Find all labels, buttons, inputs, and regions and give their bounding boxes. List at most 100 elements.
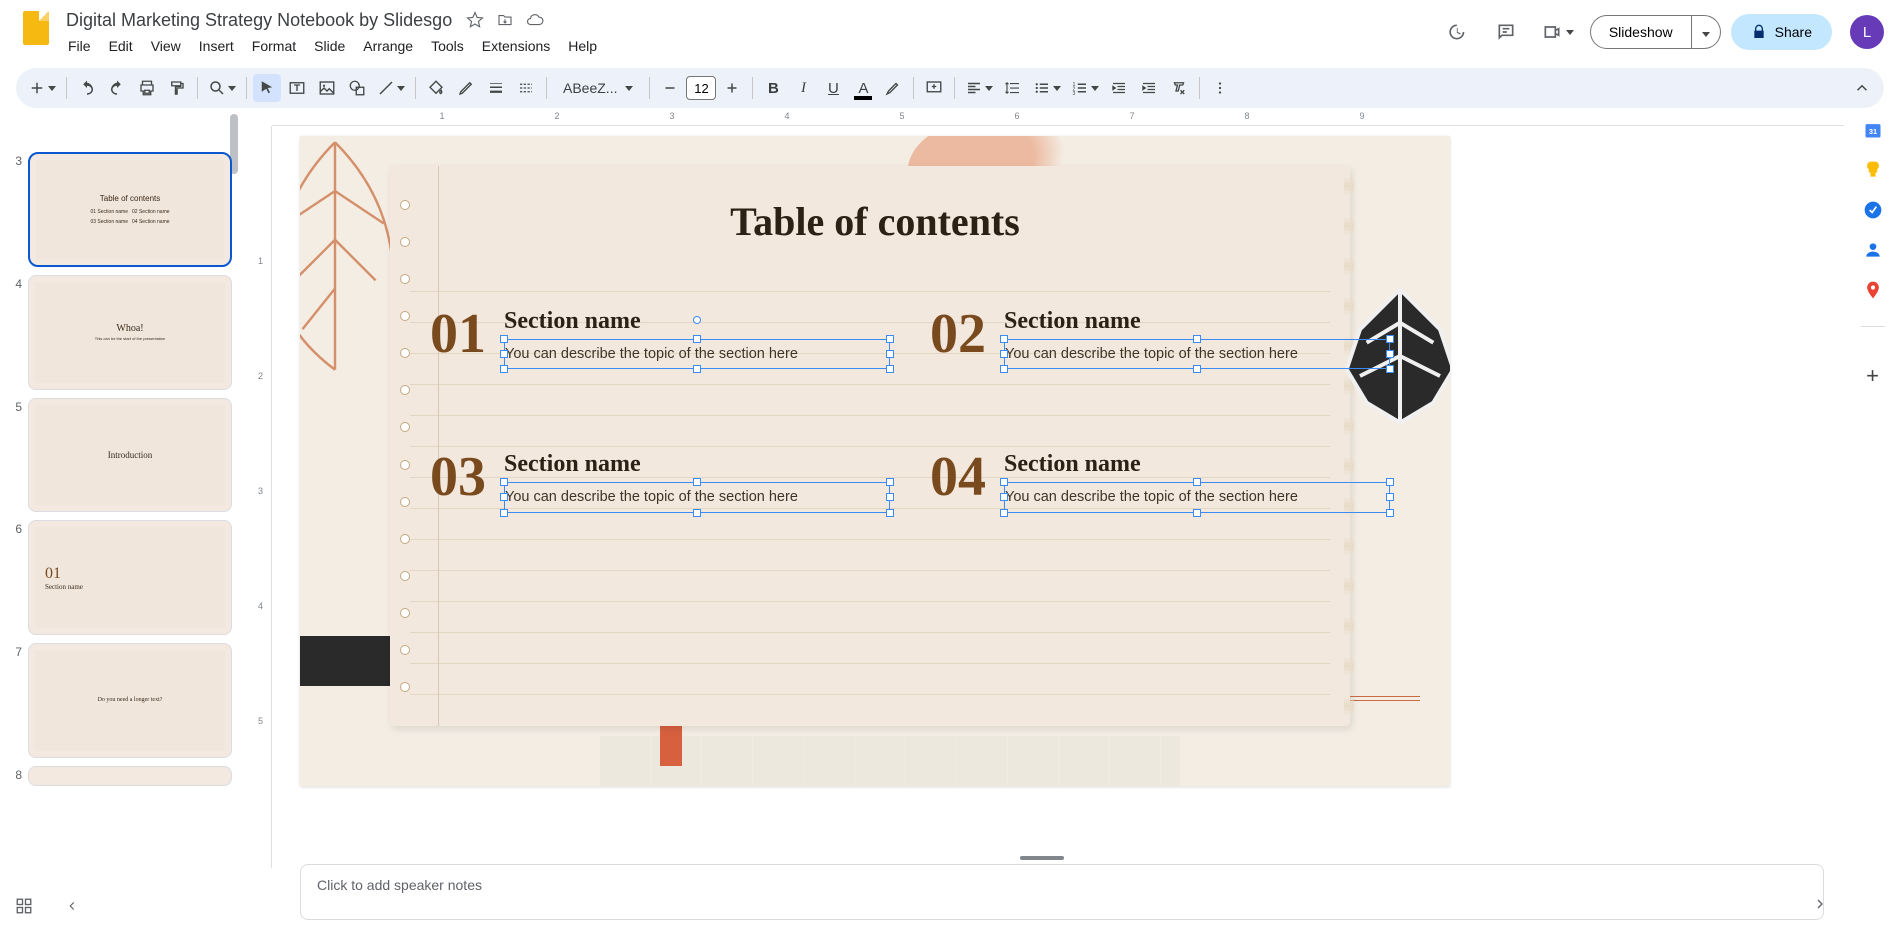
- document-title[interactable]: Digital Marketing Strategy Notebook by S…: [60, 8, 458, 33]
- zoom-button[interactable]: [204, 74, 240, 102]
- contacts-icon[interactable]: [1863, 240, 1883, 260]
- menu-slide[interactable]: Slide: [306, 34, 353, 58]
- font-family-select[interactable]: ABeeZ...: [553, 74, 643, 102]
- menu-help[interactable]: Help: [560, 34, 605, 58]
- cloud-icon[interactable]: [526, 11, 544, 29]
- slide-thumbnail-8[interactable]: 8: [8, 766, 232, 786]
- resize-handle[interactable]: [1193, 509, 1201, 517]
- resize-handle[interactable]: [500, 335, 508, 343]
- slide-canvas[interactable]: Table of contents 01 Section name You ca…: [300, 136, 1450, 786]
- resize-handle[interactable]: [886, 365, 894, 373]
- menu-arrange[interactable]: Arrange: [355, 34, 421, 58]
- resize-handle[interactable]: [1386, 493, 1394, 501]
- notes-drag-handle[interactable]: [1020, 856, 1064, 860]
- menu-tools[interactable]: Tools: [423, 34, 472, 58]
- resize-handle[interactable]: [693, 335, 701, 343]
- line-spacing-button[interactable]: [999, 74, 1027, 102]
- toc-description-textbox[interactable]: You can describe the topic of the sectio…: [1004, 339, 1390, 369]
- slide-thumbnail-7[interactable]: 7 Do you need a longer text?: [8, 643, 232, 758]
- increase-font-button[interactable]: [718, 74, 746, 102]
- menu-edit[interactable]: Edit: [101, 34, 141, 58]
- resize-handle[interactable]: [1193, 478, 1201, 486]
- toc-description-textbox[interactable]: You can describe the topic of the sectio…: [1004, 482, 1390, 512]
- highlight-button[interactable]: [879, 74, 907, 102]
- slide-thumbnail-3[interactable]: 3 Table of contents01 Section name02 Sec…: [8, 152, 232, 267]
- share-button[interactable]: Share: [1731, 14, 1832, 50]
- resize-handle[interactable]: [1386, 478, 1394, 486]
- resize-handle[interactable]: [886, 350, 894, 358]
- decrease-font-button[interactable]: [656, 74, 684, 102]
- undo-button[interactable]: [73, 74, 101, 102]
- speaker-notes[interactable]: Click to add speaker notes: [300, 864, 1824, 920]
- rotate-handle[interactable]: [693, 316, 701, 324]
- toc-item-2[interactable]: 02 Section name You can describe the top…: [930, 306, 1390, 369]
- resize-handle[interactable]: [1000, 478, 1008, 486]
- resize-handle[interactable]: [1000, 509, 1008, 517]
- border-dash-button[interactable]: [512, 74, 540, 102]
- collapse-toolbar-button[interactable]: [1848, 74, 1876, 102]
- slide-thumbnail-4[interactable]: 4 Whoa!This can be the start of the pres…: [8, 275, 232, 390]
- resize-handle[interactable]: [500, 493, 508, 501]
- resize-handle[interactable]: [500, 509, 508, 517]
- slideshow-button[interactable]: Slideshow: [1590, 15, 1692, 49]
- increase-indent-button[interactable]: [1135, 74, 1163, 102]
- redo-button[interactable]: [103, 74, 131, 102]
- resize-handle[interactable]: [1386, 365, 1394, 373]
- resize-handle[interactable]: [693, 365, 701, 373]
- border-weight-button[interactable]: [482, 74, 510, 102]
- keep-icon[interactable]: [1863, 160, 1883, 180]
- resize-handle[interactable]: [1386, 335, 1394, 343]
- more-button[interactable]: [1206, 74, 1234, 102]
- resize-handle[interactable]: [1193, 335, 1201, 343]
- get-addons-button[interactable]: +: [1866, 363, 1879, 389]
- italic-button[interactable]: I: [789, 74, 817, 102]
- print-button[interactable]: [133, 74, 161, 102]
- toc-item-4[interactable]: 04 Section name You can describe the top…: [930, 449, 1390, 512]
- toc-item-1[interactable]: 01 Section name You can describe the top…: [430, 306, 890, 369]
- font-size-input[interactable]: [686, 76, 716, 100]
- resize-handle[interactable]: [1000, 350, 1008, 358]
- toc-description-textbox[interactable]: You can describe the topic of the sectio…: [504, 482, 890, 512]
- menu-insert[interactable]: Insert: [191, 34, 242, 58]
- toc-description-textbox[interactable]: You can describe the topic of the sectio…: [504, 339, 890, 369]
- textbox-tool[interactable]: [283, 74, 311, 102]
- meet-button[interactable]: [1536, 12, 1580, 52]
- tasks-icon[interactable]: [1863, 200, 1883, 220]
- clear-formatting-button[interactable]: [1165, 74, 1193, 102]
- resize-handle[interactable]: [886, 509, 894, 517]
- shape-tool[interactable]: [343, 74, 371, 102]
- ruler-horizontal[interactable]: 1 2 3 4 5 6 7 8 9: [272, 108, 1844, 126]
- menu-format[interactable]: Format: [244, 34, 304, 58]
- slide-thumbnail-6[interactable]: 6 01Section name: [8, 520, 232, 635]
- move-icon[interactable]: [496, 11, 514, 29]
- maps-icon[interactable]: [1863, 280, 1883, 300]
- ruler-vertical[interactable]: 1 2 3 4 5: [254, 126, 272, 868]
- slide-thumbnail-5[interactable]: 5 Introduction: [8, 398, 232, 513]
- star-icon[interactable]: [466, 11, 484, 29]
- resize-handle[interactable]: [886, 478, 894, 486]
- slideshow-dropdown[interactable]: [1692, 15, 1721, 49]
- numbered-list-button[interactable]: 123: [1067, 74, 1103, 102]
- grid-view-button[interactable]: [10, 892, 38, 920]
- insert-comment-button[interactable]: [920, 74, 948, 102]
- resize-handle[interactable]: [886, 493, 894, 501]
- resize-handle[interactable]: [500, 365, 508, 373]
- resize-handle[interactable]: [693, 478, 701, 486]
- slides-logo[interactable]: [16, 8, 56, 48]
- menu-extensions[interactable]: Extensions: [474, 34, 558, 58]
- filmstrip[interactable]: 3 Table of contents01 Section name02 Sec…: [0, 108, 240, 928]
- new-slide-button[interactable]: [24, 74, 60, 102]
- slide-title[interactable]: Table of contents: [300, 198, 1450, 245]
- select-tool[interactable]: [253, 74, 281, 102]
- calendar-icon[interactable]: 31: [1863, 120, 1883, 140]
- underline-button[interactable]: U: [819, 74, 847, 102]
- collapse-filmstrip-button[interactable]: [58, 892, 86, 920]
- text-color-button[interactable]: A: [849, 74, 877, 102]
- image-tool[interactable]: [313, 74, 341, 102]
- resize-handle[interactable]: [693, 509, 701, 517]
- resize-handle[interactable]: [1000, 335, 1008, 343]
- comments-button[interactable]: [1486, 12, 1526, 52]
- resize-handle[interactable]: [1386, 350, 1394, 358]
- history-button[interactable]: [1436, 12, 1476, 52]
- bold-button[interactable]: B: [759, 74, 787, 102]
